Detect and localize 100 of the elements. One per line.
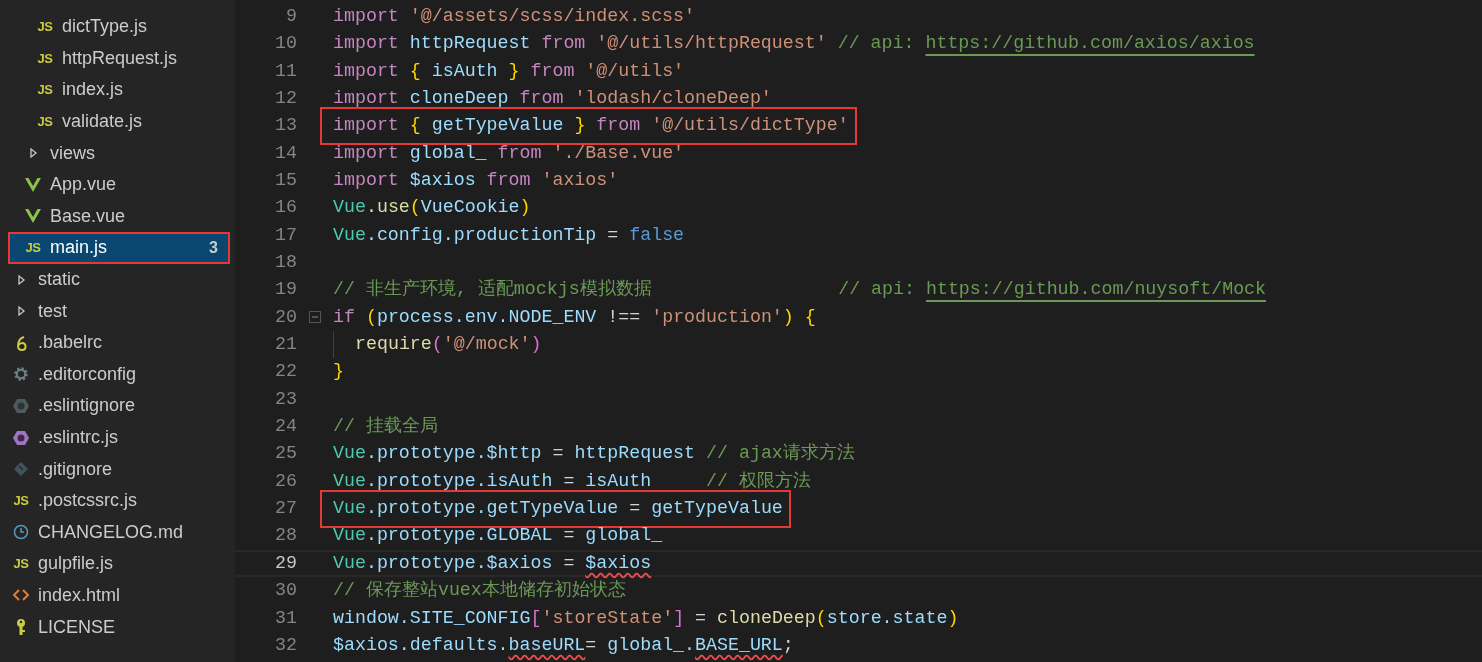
file-name: .eslintrc.js [38, 426, 119, 449]
file-name: .gitignore [38, 457, 114, 481]
file-name: httpRequest.js [62, 46, 179, 70]
file-item[interactable]: App.vue [0, 168, 235, 201]
file-item[interactable]: JS main.js 3 [8, 232, 230, 264]
js-file-icon: JS [37, 83, 53, 97]
file-name: CHANGELOG.md [38, 520, 185, 544]
caret-right-icon[interactable] [16, 274, 26, 285]
line-number: 16 [274, 196, 297, 220]
code-line: import $axios from 'axios' [333, 169, 619, 192]
code-line: // 挂载全局 [333, 415, 438, 439]
file-item[interactable]: JS .postcssrc.js [0, 484, 235, 517]
file-item[interactable]: JS gulpfile.js [0, 548, 235, 580]
file-name: validate.js [62, 110, 144, 134]
code-line: Vue.prototype.$http = httpRequest // ajax请求方法 [333, 442, 855, 466]
js-file-icon: JS [13, 494, 29, 508]
problem-count: 3 [209, 237, 218, 258]
file-item[interactable]: .eslintrc.js [0, 421, 235, 454]
line-number: 10 [274, 32, 297, 56]
js-file-icon: JS [25, 241, 41, 255]
file-item[interactable]: JS dictType.js [0, 11, 235, 43]
folder-item[interactable]: static [0, 263, 235, 296]
line-number: 28 [274, 524, 297, 548]
code-line: import cloneDeep from 'lodash/cloneDeep' [333, 87, 772, 110]
code-line: // 保存整站vuex本地储存初始状态 [333, 579, 626, 603]
code-line: import httpRequest from '@/utils/httpRequest' // api: https://github.com/axios/axios [333, 32, 1255, 56]
code-line: import { isAuth } from '@/utils' [333, 59, 685, 83]
file-name: Base.vue [50, 204, 127, 228]
file-name: index.js [62, 78, 125, 102]
file-name: main.js [50, 236, 108, 260]
line-number: 15 [274, 169, 297, 192]
file-name: index.html [38, 584, 122, 607]
file-item[interactable]: .eslintignore [0, 390, 235, 422]
code-line: Vue.prototype.$axios = $axios [333, 551, 652, 575]
vue-file-icon [25, 177, 41, 192]
line-number: 26 [274, 469, 297, 493]
line-number: 25 [274, 442, 297, 466]
js-file-icon: JS [37, 51, 53, 65]
line-number: 27 [274, 497, 297, 521]
line-number: 24 [274, 415, 297, 439]
file-name: .eslintignore [38, 394, 137, 418]
code-line: Vue.config.productionTip = false [333, 223, 685, 247]
js-file-icon: JS [13, 557, 29, 571]
code-line: import '@/assets/scss/index.scss' [333, 4, 696, 28]
file-item[interactable]: LICENSE [0, 611, 235, 643]
file-name: .editorconfig [38, 362, 138, 386]
js-file-icon: JS [37, 115, 53, 129]
caret-right-icon[interactable] [16, 306, 26, 317]
line-number: 17 [274, 223, 297, 247]
file-item[interactable]: JS index.js [0, 74, 235, 106]
file-item[interactable]: Base.vue [0, 200, 235, 233]
file-item[interactable]: .editorconfig [0, 358, 235, 391]
line-number: 32 [274, 633, 297, 657]
file-item[interactable]: index.html [0, 579, 235, 612]
gear-icon [13, 366, 29, 383]
file-name: views [50, 141, 96, 165]
file-name: test [38, 299, 68, 323]
line-number: 9 [285, 4, 297, 28]
file-name: static [38, 268, 81, 292]
folder-item[interactable]: test [0, 295, 235, 327]
hexagon-icon [13, 397, 29, 414]
code-line: if (process.env.NODE_ENV !== 'production') { [333, 305, 816, 329]
line-number: 21 [274, 333, 297, 357]
line-number: 14 [274, 141, 297, 165]
code-line: require('@/mock') [355, 333, 542, 357]
babel-file-icon [15, 334, 27, 351]
line-number: 12 [274, 87, 297, 110]
caret-right-icon[interactable] [28, 148, 38, 159]
file-name: .babelrc [38, 331, 104, 355]
line-number: 31 [274, 606, 297, 630]
file-item[interactable]: JS httpRequest.js [0, 42, 235, 75]
file-name: LICENSE [38, 615, 117, 639]
file-item[interactable]: CHANGELOG.md [0, 516, 235, 549]
line-number: 13 [274, 114, 297, 138]
clock-icon [13, 524, 29, 541]
code-line: window.SITE_CONFIG['storeState'] = cloneDeep(store.state) [333, 606, 959, 630]
file-name: .postcssrc.js [38, 489, 139, 513]
link[interactable]: https://github.com/nuysoft/Mock [925, 279, 1267, 300]
file-name: dictType.js [62, 15, 149, 39]
code-line: Vue.use(VueCookie) [333, 196, 531, 220]
line-number: 30 [274, 579, 297, 603]
line-number: 23 [274, 387, 297, 411]
code-line: $axios.defaults.baseURL= global_.BASE_URL; [333, 633, 794, 657]
folder-item[interactable]: views [0, 137, 235, 169]
code-line: Vue.prototype.isAuth = isAuth // 权限方法 [333, 469, 811, 493]
file-name: App.vue [50, 173, 118, 197]
hexagon-icon [13, 429, 29, 446]
line-number: 29 [274, 551, 297, 575]
file-name: gulpfile.js [38, 552, 115, 576]
code-line: } [333, 360, 344, 384]
file-item[interactable]: JS validate.js [0, 105, 235, 138]
line-number: 19 [274, 278, 297, 302]
file-item[interactable]: .gitignore [0, 453, 235, 485]
link[interactable]: https://github.com/axios/axios [925, 33, 1255, 54]
line-number: 22 [274, 360, 297, 384]
file-item[interactable]: .babelrc [0, 326, 235, 359]
diamond-icon [14, 462, 28, 477]
code-brackets-icon [13, 589, 29, 602]
code-line: // 非生产环境, 适配mockjs模拟数据 // api: https://github.com/nuysoft/Mock [333, 278, 1267, 302]
key-icon [15, 618, 27, 637]
